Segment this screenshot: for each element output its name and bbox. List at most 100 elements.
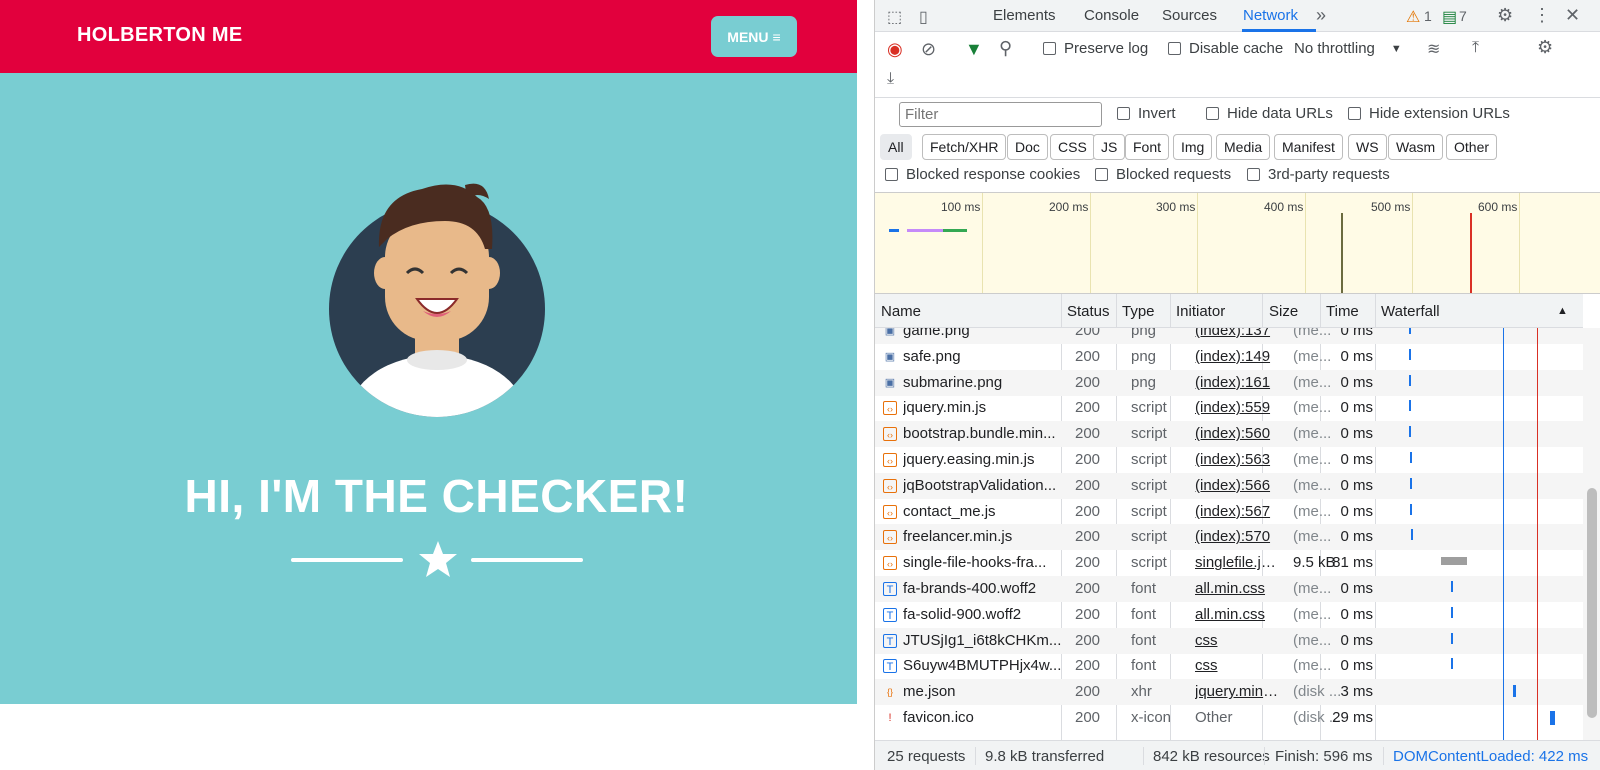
network-settings-gear-icon[interactable]: ⚙ xyxy=(1537,37,1553,58)
request-time: 0 ms xyxy=(1340,631,1373,649)
tab-elements[interactable]: Elements xyxy=(993,7,1056,24)
request-initiator[interactable]: (index):161 xyxy=(1195,374,1280,391)
inspect-element-icon[interactable]: ⬚ xyxy=(887,7,902,27)
request-initiator[interactable]: css xyxy=(1195,657,1280,674)
checkbox-box[interactable] xyxy=(1117,107,1130,120)
table-row[interactable]: Tfa-brands-400.woff2 200 font all.min.css (m… xyxy=(875,576,1583,602)
more-options-icon[interactable]: ⋮ xyxy=(1533,5,1551,26)
checkbox-box[interactable] xyxy=(885,168,898,181)
table-row[interactable]: Tfa-solid-900.woff2 200 font all.min.css (me… xyxy=(875,602,1583,628)
settings-gear-icon[interactable]: ⚙ xyxy=(1497,5,1513,26)
table-row[interactable]: ▣ submarine.png 200 png (index):161 (me... 0 m… xyxy=(875,369,1583,396)
table-row[interactable]: ‹› jquery.min.js 200 script (index):559 (me..… xyxy=(875,395,1583,421)
request-initiator[interactable]: (index):137 xyxy=(1195,328,1280,339)
scrollbar-thumb[interactable] xyxy=(1587,488,1597,718)
column-status[interactable]: Status xyxy=(1067,303,1110,320)
disable-cache-checkbox[interactable]: Disable cache xyxy=(1168,40,1283,57)
third-party-requests-checkbox[interactable]: 3rd-party requests xyxy=(1247,166,1390,183)
filter-chip-all[interactable]: All xyxy=(880,134,912,160)
more-tabs-icon[interactable]: » xyxy=(1316,5,1326,26)
request-status: 200 xyxy=(1075,476,1101,494)
blocked-response-cookies-checkbox[interactable]: Blocked response cookies xyxy=(885,166,1080,183)
table-row[interactable]: ! favicon.ico 200 x-icon Other (disk ... 29 ms xyxy=(875,705,1583,731)
filter-chip-img[interactable]: Img xyxy=(1173,134,1213,160)
hide-data-urls-checkbox[interactable]: Hide data URLs xyxy=(1206,105,1333,122)
table-row[interactable]: T JTUSjIg1_i6t8kCHKm... 200 font css (me... 0 … xyxy=(875,627,1583,654)
filter-chip-ws[interactable]: WS xyxy=(1348,134,1387,160)
search-icon[interactable]: ⚲ xyxy=(999,38,1012,59)
tab-sources[interactable]: Sources xyxy=(1162,7,1217,24)
script-icon: ‹› xyxy=(883,504,897,519)
tab-network[interactable]: Network xyxy=(1243,7,1298,24)
warning-icon[interactable]: ⚠ xyxy=(1406,7,1420,27)
overview-tick-label: 400 ms xyxy=(1264,200,1304,214)
request-initiator[interactable]: css xyxy=(1195,632,1280,649)
request-initiator[interactable]: (index):563 xyxy=(1195,451,1280,468)
request-initiator[interactable]: all.min.css xyxy=(1195,580,1280,597)
timeline-overview[interactable]: 100 ms 200 ms 300 ms 400 ms 500 ms 600 m… xyxy=(875,192,1600,294)
request-initiator[interactable]: (index):570 xyxy=(1195,528,1280,545)
table-row[interactable]: ‹› contact_me.js 200 script (index):567 (me..… xyxy=(875,499,1583,525)
checkbox-box[interactable] xyxy=(1043,42,1056,55)
checkbox-box[interactable] xyxy=(1206,107,1219,120)
filter-chip-font[interactable]: Font xyxy=(1125,134,1170,160)
star-icon xyxy=(419,541,457,577)
request-initiator[interactable]: (index):560 xyxy=(1195,425,1280,442)
filter-chip-wasm[interactable]: Wasm xyxy=(1388,134,1444,160)
filter-chip-other[interactable]: Other xyxy=(1446,134,1498,160)
record-stop-icon[interactable]: ◉ xyxy=(887,39,903,60)
column-waterfall[interactable]: Waterfall xyxy=(1381,303,1440,320)
request-initiator[interactable]: (index):566 xyxy=(1195,477,1280,494)
invert-checkbox[interactable]: Invert xyxy=(1117,105,1176,122)
table-row[interactable]: ▣ safe.png 200 png (index):149 (me... 0 ms xyxy=(875,344,1583,370)
request-initiator[interactable]: (index):567 xyxy=(1195,503,1280,520)
checkbox-box[interactable] xyxy=(1168,42,1181,55)
checkbox-box[interactable] xyxy=(1348,107,1361,120)
request-initiator[interactable]: singlefile.js:76 xyxy=(1195,554,1280,571)
table-row[interactable]: T S6uyw4BMUTPHjx4w... 200 font css (me... 0 ms xyxy=(875,653,1583,679)
export-har-icon[interactable]: ⤓ xyxy=(887,70,894,88)
preserve-log-checkbox[interactable]: Preserve log xyxy=(1043,40,1148,57)
table-row[interactable]: {}me.json200xhrjquery.min.js:2(disk ...3… xyxy=(875,679,1583,706)
column-initiator[interactable]: Initiator xyxy=(1176,303,1225,320)
hide-extension-urls-checkbox[interactable]: Hide extension URLs xyxy=(1348,105,1510,122)
request-initiator[interactable]: jquery.min.js:2 xyxy=(1195,683,1280,700)
requests-scrollbar[interactable] xyxy=(1583,328,1600,740)
checkbox-box[interactable] xyxy=(1095,168,1108,181)
column-size[interactable]: Size xyxy=(1269,303,1298,320)
filter-chip-media[interactable]: Media xyxy=(1216,134,1271,160)
filter-funnel-icon[interactable]: ▼ xyxy=(965,39,983,60)
device-toolbar-icon[interactable]: ▯ xyxy=(919,7,928,27)
table-row[interactable]: ▣ game.png 200 png (index):137 (me... 0 ms xyxy=(875,328,1583,344)
filter-chip-fetch-xhr[interactable]: Fetch/XHR xyxy=(922,134,1007,160)
network-conditions-icon[interactable]: ≋ xyxy=(1427,39,1440,59)
clear-log-icon[interactable]: ⊘ xyxy=(921,39,936,60)
request-time: 0 ms xyxy=(1340,347,1373,365)
filter-chip-css[interactable]: CSS xyxy=(1050,134,1095,160)
menu-button[interactable]: MENU ≡ xyxy=(711,16,797,57)
filter-chip-doc[interactable]: Doc xyxy=(1007,134,1048,160)
column-type[interactable]: Type xyxy=(1122,303,1155,320)
table-row[interactable]: ‹› bootstrap.bundle.min... 200 script (index… xyxy=(875,421,1583,448)
request-initiator[interactable]: (index):559 xyxy=(1195,399,1280,416)
filter-input[interactable] xyxy=(899,102,1102,127)
tab-console[interactable]: Console xyxy=(1084,7,1139,24)
column-name[interactable]: Name xyxy=(881,303,921,320)
request-initiator[interactable]: all.min.css xyxy=(1195,606,1280,623)
column-time[interactable]: Time xyxy=(1326,303,1359,320)
message-icon[interactable]: ▤ xyxy=(1442,7,1457,27)
import-har-icon[interactable]: ⤒ xyxy=(1472,39,1479,57)
filter-chip-js[interactable]: JS xyxy=(1093,134,1126,160)
filter-chip-manifest[interactable]: Manifest xyxy=(1274,134,1343,160)
request-initiator[interactable]: (index):149 xyxy=(1195,348,1280,365)
table-row[interactable]: ‹› jquery.easing.min.js 200 script (index):5… xyxy=(875,447,1583,473)
checkbox-box[interactable] xyxy=(1247,168,1260,181)
sort-up-icon[interactable]: ▲ xyxy=(1557,305,1568,317)
table-row[interactable]: ‹› freelancer.min.js 200 script (index):570(… xyxy=(875,524,1583,551)
table-row[interactable]: ‹› single-file-hooks-fra... 200 script singl… xyxy=(875,550,1583,576)
close-devtools-icon[interactable]: ✕ xyxy=(1565,5,1580,26)
blocked-requests-checkbox[interactable]: Blocked requests xyxy=(1095,166,1231,183)
table-row[interactable]: ‹› jqBootstrapValidation... 200 script (inde… xyxy=(875,472,1583,499)
throttling-select[interactable]: No throttling ▼ xyxy=(1294,40,1402,57)
site-brand[interactable]: HOLBERTON ME xyxy=(77,24,242,47)
